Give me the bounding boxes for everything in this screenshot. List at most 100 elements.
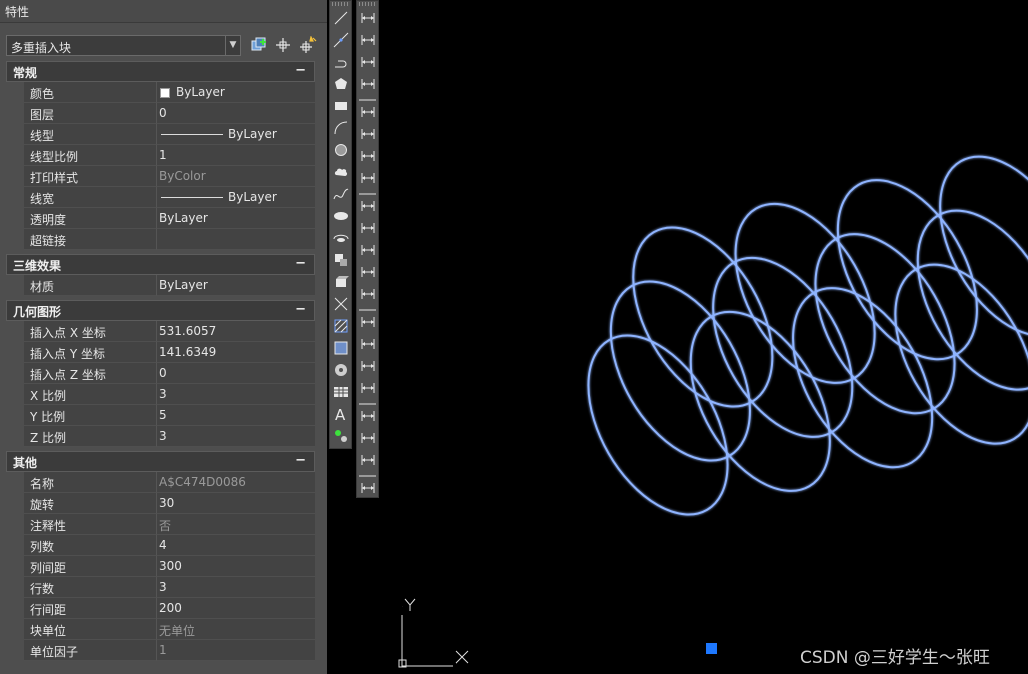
jogged-icon[interactable] — [359, 125, 377, 143]
table-icon[interactable] — [332, 383, 350, 401]
property-name: 打印样式 — [30, 171, 79, 185]
make-block-icon[interactable] — [332, 273, 350, 291]
multiline-text-icon[interactable]: A — [332, 405, 350, 423]
collapse-icon[interactable]: − — [295, 453, 306, 468]
property-row-material[interactable]: 材质 ByLayer — [6, 275, 315, 296]
continue-icon[interactable] — [359, 241, 377, 259]
revision-cloud-icon[interactable] — [332, 163, 350, 181]
ellipse-block-instance[interactable] — [684, 234, 881, 461]
chevron-down-icon[interactable]: ▼ — [225, 36, 240, 55]
section-general[interactable]: 常规 − — [6, 61, 315, 82]
collapse-icon[interactable]: − — [295, 302, 306, 317]
toolbar-separator — [359, 403, 376, 405]
diameter-icon[interactable] — [359, 147, 377, 165]
property-row-name[interactable]: 名称 A$C474D0086 — [6, 472, 315, 493]
polygon-icon[interactable] — [332, 75, 350, 93]
property-row-plot-style[interactable]: 打印样式 ByColor — [6, 166, 315, 187]
toolbar-grip-icon[interactable] — [332, 2, 349, 6]
ellipse-block-instance[interactable] — [582, 258, 779, 485]
block-array[interactable] — [560, 133, 1028, 539]
object-type-dropdown[interactable]: 多重插入块 ▼ — [6, 35, 241, 56]
property-row-unit-factor[interactable]: 单位因子 1 — [6, 640, 315, 661]
ellipse-block-instance[interactable] — [560, 312, 757, 539]
property-row-annotative[interactable]: 注释性 否 — [6, 514, 315, 535]
point-icon[interactable] — [332, 295, 350, 313]
property-row-scale-y[interactable]: Y 比例 5 — [6, 405, 315, 426]
dimension-style-icon[interactable] — [359, 479, 377, 497]
ordinate-icon[interactable] — [359, 75, 377, 93]
ellipse-block-instance[interactable] — [787, 210, 984, 437]
hatch-icon[interactable] — [332, 317, 350, 335]
drawing-canvas[interactable]: YX Y X CSDN @三好学生～张旺 — [385, 0, 1028, 674]
property-row-transparency[interactable]: 透明度 ByLayer — [6, 208, 315, 229]
ellipse-block-instance[interactable] — [867, 241, 1028, 468]
property-row-insert-x[interactable]: 插入点 X 坐标 531.6057 — [6, 321, 315, 342]
property-row-block-unit[interactable]: 块单位 无单位 — [6, 619, 315, 640]
quick-select-icon[interactable] — [299, 36, 317, 54]
angular-icon[interactable] — [359, 169, 377, 187]
palette-title-bar[interactable]: 特性 — [0, 0, 327, 23]
property-row-layer[interactable]: 图层 0 — [6, 103, 315, 124]
property-row-rotation[interactable]: 旋转 30 — [6, 493, 315, 514]
line-icon[interactable] — [332, 9, 350, 27]
property-row-row-spacing[interactable]: 行间距 200 — [6, 598, 315, 619]
ellipse-block-instance[interactable] — [707, 180, 904, 407]
rectangle-icon[interactable] — [332, 97, 350, 115]
add-selected-icon[interactable] — [332, 427, 350, 445]
ellipse-icon[interactable] — [332, 207, 350, 225]
aligned-dimension-icon[interactable] — [359, 31, 377, 49]
ellipse-block-instance[interactable] — [809, 156, 1006, 383]
ellipse-arc-icon[interactable] — [332, 229, 350, 247]
insert-block-icon[interactable] — [332, 251, 350, 269]
dimension-space-icon[interactable] — [359, 263, 377, 281]
property-row-lineweight[interactable]: 线宽 ByLayer — [6, 187, 315, 208]
select-objects-icon[interactable] — [274, 36, 292, 54]
gradient-icon[interactable] — [332, 339, 350, 357]
tolerance-icon[interactable] — [359, 313, 377, 331]
quick-dimension-icon[interactable] — [359, 197, 377, 215]
toggle-pickadd-icon[interactable] — [250, 36, 268, 54]
property-row-column-spacing[interactable]: 列间距 300 — [6, 556, 315, 577]
dimension-text-edit-icon[interactable] — [359, 429, 377, 447]
property-row-color[interactable]: 颜色 ByLayer — [6, 82, 315, 103]
dimension-update-icon[interactable] — [359, 451, 377, 469]
section-title: 几何图形 — [13, 305, 62, 319]
construction-line-icon[interactable] — [332, 31, 350, 49]
region-icon[interactable] — [332, 361, 350, 379]
dimension-edit-icon[interactable] — [359, 407, 377, 425]
jogged-linear-icon[interactable] — [359, 379, 377, 397]
property-row-rows[interactable]: 行数 3 — [6, 577, 315, 598]
ellipse-block-instance[interactable] — [604, 204, 801, 431]
property-row-insert-y[interactable]: 插入点 Y 坐标 141.6349 — [6, 342, 315, 363]
property-row-insert-z[interactable]: 插入点 Z 坐标 0 — [6, 363, 315, 384]
polyline-icon[interactable] — [332, 53, 350, 71]
radius-icon[interactable] — [359, 103, 377, 121]
palette-title: 特性 — [5, 5, 30, 19]
ellipse-block-instance[interactable] — [764, 264, 961, 491]
section-3d-effects[interactable]: 三维效果 − — [6, 254, 315, 275]
section-geometry[interactable]: 几何图形 − — [6, 300, 315, 321]
center-mark-icon[interactable] — [359, 335, 377, 353]
ellipse-block-instance[interactable] — [889, 187, 1028, 414]
inspection-icon[interactable] — [359, 357, 377, 375]
spline-icon[interactable] — [332, 185, 350, 203]
property-row-scale-x[interactable]: X 比例 3 — [6, 384, 315, 405]
property-row-scale-z[interactable]: Z 比例 3 — [6, 426, 315, 447]
property-row-linetype-scale[interactable]: 线型比例 1 — [6, 145, 315, 166]
property-row-columns[interactable]: 列数 4 — [6, 535, 315, 556]
baseline-icon[interactable] — [359, 219, 377, 237]
property-row-linetype[interactable]: 线型 ByLayer — [6, 124, 315, 145]
arc-length-icon[interactable] — [359, 53, 377, 71]
linear-dimension-icon[interactable] — [359, 9, 377, 27]
property-row-hyperlink[interactable]: 超链接 — [6, 229, 315, 250]
toolbar-grip-icon[interactable] — [359, 2, 376, 6]
collapse-icon[interactable]: − — [295, 63, 306, 78]
insertion-grip[interactable] — [706, 643, 717, 654]
circle-icon[interactable] — [332, 141, 350, 159]
ellipse-block-instance[interactable] — [911, 133, 1028, 360]
dimension-break-icon[interactable] — [359, 285, 377, 303]
ellipse-block-instance[interactable] — [662, 288, 859, 515]
collapse-icon[interactable]: − — [295, 256, 306, 271]
section-misc[interactable]: 其他 − — [6, 451, 315, 472]
arc-icon[interactable] — [332, 119, 350, 137]
